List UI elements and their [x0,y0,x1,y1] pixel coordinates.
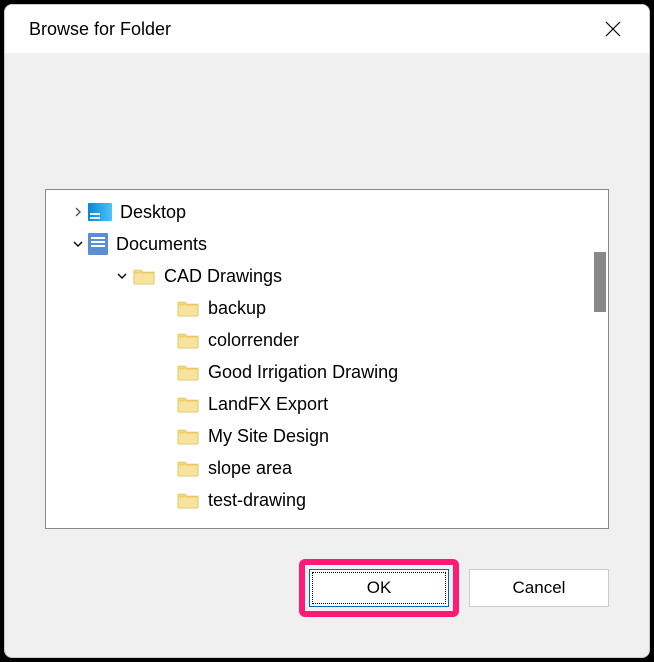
tree-item-label: LandFX Export [208,394,328,415]
scrollbar-thumb[interactable] [594,252,606,312]
tree-item-label: backup [208,298,266,319]
tree-item-label: colorrender [208,330,299,351]
tree-item[interactable]: LandFX Export [46,388,608,420]
documents-icon [88,233,108,255]
chevron-down-icon[interactable] [68,234,88,254]
folder-icon [176,424,200,448]
folder-icon [176,456,200,480]
folder-icon [176,328,200,352]
tree-item[interactable]: Desktop [46,196,608,228]
folder-tree-container: Desktop Documents CAD Drawings backup colorr… [45,189,609,529]
tree-item[interactable]: slope area [46,452,608,484]
tree-item-label: Documents [116,234,207,255]
chevron-down-icon[interactable] [112,266,132,286]
dialog-button-row: OK Cancel [5,529,649,617]
dialog-body-spacer [5,53,649,189]
tree-item[interactable]: test-drawing [46,484,608,516]
tree-item-label: test-drawing [208,490,306,511]
tree-item-label: Good Irrigation Drawing [208,362,398,383]
close-icon [605,21,621,37]
tree-item-label: My Site Design [208,426,329,447]
folder-icon [176,296,200,320]
tree-item-label: slope area [208,458,292,479]
close-button[interactable] [593,9,633,49]
folder-icon [176,360,200,384]
tree-item[interactable]: Good Irrigation Drawing [46,356,608,388]
desktop-icon [88,203,112,221]
tree-item-label: CAD Drawings [164,266,282,287]
dialog-title: Browse for Folder [29,19,171,40]
folder-tree[interactable]: Desktop Documents CAD Drawings backup colorr… [46,190,608,522]
tree-item-label: Desktop [120,202,186,223]
ok-highlight: OK [299,559,459,617]
browse-folder-dialog: Browse for Folder Desktop Documents CAD Dr… [4,4,650,658]
folder-icon [176,392,200,416]
cancel-button[interactable]: Cancel [469,569,609,607]
tree-item[interactable]: CAD Drawings [46,260,608,292]
tree-item[interactable]: colorrender [46,324,608,356]
tree-item[interactable]: My Site Design [46,420,608,452]
ok-button[interactable]: OK [309,569,449,607]
folder-icon [176,488,200,512]
tree-item[interactable]: Documents [46,228,608,260]
chevron-right-icon[interactable] [68,202,88,222]
scrollbar-track[interactable] [590,190,608,528]
tree-item[interactable]: backup [46,292,608,324]
folder-icon [132,264,156,288]
titlebar: Browse for Folder [5,5,649,53]
